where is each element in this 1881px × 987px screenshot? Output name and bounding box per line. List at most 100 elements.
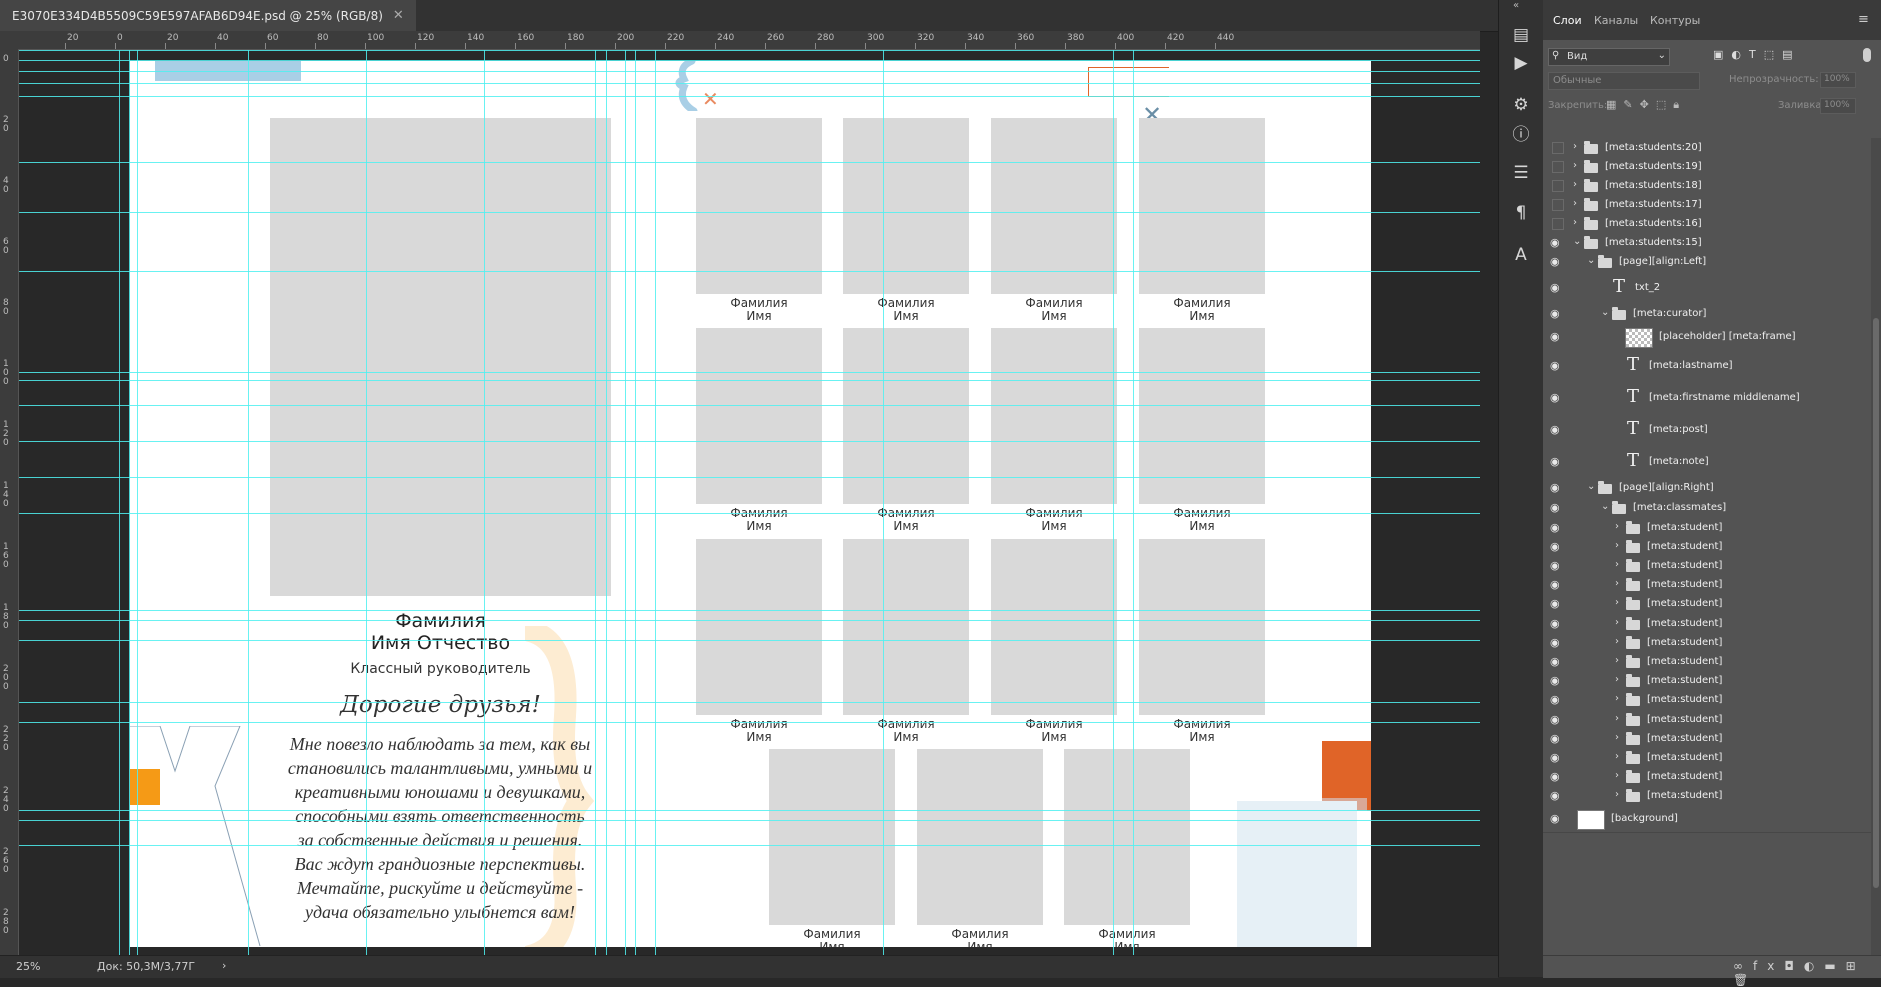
eye-icon[interactable]: ◉	[1550, 255, 1566, 268]
layer-row[interactable]: ◉ T [meta:lastname]	[1543, 350, 1871, 383]
eye-icon[interactable]: ◉	[1550, 281, 1566, 294]
chevron-right-icon[interactable]: ›	[1615, 732, 1619, 743]
zoom-level[interactable]: 25%	[16, 960, 40, 973]
tab-channels[interactable]: Каналы	[1594, 14, 1638, 27]
lock-all-icon[interactable]: 🔒︎	[1673, 98, 1686, 111]
eye-icon[interactable]: ◉	[1550, 559, 1566, 572]
chevron-right-icon[interactable]: ›	[1573, 198, 1577, 209]
mask-icon[interactable]: ◘	[1784, 959, 1804, 973]
eye-icon[interactable]: ◉	[1550, 674, 1566, 687]
opacity-field[interactable]: 100%	[1820, 72, 1856, 88]
layer-row[interactable]: › [meta:students:16]	[1543, 214, 1871, 234]
chevron-right-icon[interactable]: ›	[1615, 789, 1619, 800]
eye-icon[interactable]: ◉	[1550, 789, 1566, 802]
chevron-right-icon[interactable]: ›	[1615, 521, 1619, 532]
eye-icon[interactable]: ◉	[1550, 330, 1566, 343]
layer-row[interactable]: ◉ Ttxt_2	[1543, 272, 1871, 305]
info-icon[interactable]: ⓘ	[1507, 122, 1535, 148]
status-chevron-icon[interactable]: ›	[222, 959, 226, 972]
adjustments-icon[interactable]: ☰	[1507, 160, 1535, 186]
chevron-right-icon[interactable]: ›	[1573, 160, 1577, 171]
chevron-right-icon[interactable]: ›	[1615, 636, 1619, 647]
layer-row[interactable]: ◉ T [meta:note]	[1543, 446, 1871, 479]
paragraph-icon[interactable]: ¶	[1507, 200, 1535, 226]
eye-icon[interactable]: ◉	[1550, 617, 1566, 630]
layer-row[interactable]: ◉ ⌄ [page][align:Left]	[1543, 252, 1871, 273]
smart-filter-icon[interactable]: ▤	[1782, 48, 1800, 61]
chevron-right-icon[interactable]: ›	[1615, 770, 1619, 781]
layer-row[interactable]: ◉ ⌄ [meta:classmates]	[1543, 498, 1871, 519]
layer-row[interactable]: ◉ › [meta:student]	[1543, 537, 1871, 558]
fill-field[interactable]: 100%	[1820, 98, 1856, 114]
chevron-right-icon[interactable]: ›	[1615, 713, 1619, 724]
chevron-right-icon[interactable]: ›	[1615, 597, 1619, 608]
eye-icon[interactable]: ◉	[1550, 540, 1566, 553]
eye-hidden-icon[interactable]	[1552, 179, 1564, 192]
layer-row[interactable]: ◉ › [meta:student]	[1543, 556, 1871, 577]
filter-toggle[interactable]	[1863, 48, 1871, 62]
layer-row[interactable]: ◉ ⌄ [meta:curator]	[1543, 304, 1871, 325]
eye-icon[interactable]: ◉	[1550, 307, 1566, 320]
layer-row[interactable]: › [meta:students:20]	[1543, 138, 1871, 158]
layer-row[interactable]: ◉ › [meta:student]	[1543, 767, 1871, 788]
chevron-down-icon[interactable]: ⌄	[1601, 501, 1609, 512]
lock-artboard-icon[interactable]: ⬚	[1656, 98, 1673, 111]
layer-row[interactable]: ◉ › [meta:student]	[1543, 614, 1871, 635]
eye-icon[interactable]: ◉	[1550, 636, 1566, 649]
eye-icon[interactable]: ◉	[1550, 359, 1566, 372]
new-group-icon[interactable]: ▬	[1824, 959, 1845, 973]
layer-row[interactable]: ◉ › [meta:student]	[1543, 710, 1871, 731]
tab-layers[interactable]: Слои	[1553, 14, 1582, 27]
eye-hidden-icon[interactable]	[1552, 160, 1564, 173]
layer-row[interactable]: › [meta:students:18]	[1543, 176, 1871, 196]
chevron-right-icon[interactable]: ›	[1573, 141, 1577, 152]
character-icon[interactable]: A	[1507, 242, 1535, 268]
history-icon[interactable]: ▤	[1507, 22, 1535, 48]
panel-scrollbar-thumb[interactable]	[1873, 318, 1879, 888]
eye-icon[interactable]: ◉	[1550, 423, 1566, 436]
chevron-right-icon[interactable]: ›	[1573, 217, 1577, 228]
lock-transparent-icon[interactable]: ▦	[1606, 98, 1623, 111]
chevron-right-icon[interactable]: ›	[1615, 559, 1619, 570]
layer-row[interactable]: ◉ › [meta:student]	[1543, 518, 1871, 539]
layer-row[interactable]: ◉ › [meta:student]	[1543, 594, 1871, 615]
trash-icon[interactable]: 🗑︎	[1733, 973, 1758, 987]
actions-play-icon[interactable]: ▶	[1507, 50, 1535, 76]
layer-row[interactable]: ◉ › [meta:student]	[1543, 671, 1871, 692]
eye-icon[interactable]: ◉	[1550, 655, 1566, 668]
properties-icon[interactable]: ⚙	[1507, 92, 1535, 118]
eye-icon[interactable]: ◉	[1550, 501, 1566, 514]
chevron-right-icon[interactable]: ›	[1615, 540, 1619, 551]
layer-row[interactable]: ◉ › [meta:student]	[1543, 690, 1871, 711]
chevron-right-icon[interactable]: ›	[1615, 578, 1619, 589]
work-area[interactable]: ✕ ✕ Фамилия Имя Отчество Классный руково…	[19, 50, 1480, 955]
layer-row[interactable]: ◉ [placeholder] [meta:frame]	[1543, 324, 1871, 351]
eye-icon[interactable]: ◉	[1550, 391, 1566, 404]
eye-icon[interactable]: ◉	[1550, 812, 1566, 825]
lock-move-icon[interactable]: ✥	[1640, 98, 1656, 111]
layer-row[interactable]: ◉ [background]	[1543, 806, 1871, 833]
blend-mode-select[interactable]: Обычные	[1548, 72, 1700, 90]
lock-brush-icon[interactable]: ✎	[1623, 98, 1639, 111]
chevron-down-icon[interactable]: ⌄	[1587, 481, 1595, 492]
document-tab[interactable]: E3070E334D4B5509C59E597AFAB6D94E.psd @ 2…	[0, 0, 416, 31]
layer-row[interactable]: ◉ › [meta:student]	[1543, 748, 1871, 769]
chevron-right-icon[interactable]: ›	[1615, 751, 1619, 762]
chevron-down-icon[interactable]: ⌄	[1587, 255, 1595, 266]
eye-icon[interactable]: ◉	[1550, 770, 1566, 783]
layer-row[interactable]: ◉ › [meta:student]	[1543, 652, 1871, 673]
eye-hidden-icon[interactable]	[1552, 198, 1564, 211]
shape-filter-icon[interactable]: ⬚	[1764, 48, 1782, 61]
link-icon[interactable]: ∞	[1733, 959, 1753, 973]
image-filter-icon[interactable]: ▣	[1713, 48, 1731, 61]
layer-filter-select[interactable]: ⚲ Вид ⌄	[1548, 48, 1670, 66]
eye-icon[interactable]: ◉	[1550, 578, 1566, 591]
new-layer-icon[interactable]: ⊞	[1846, 959, 1866, 973]
tab-paths[interactable]: Контуры	[1650, 14, 1700, 27]
close-icon[interactable]: ✕	[393, 8, 404, 23]
layer-row[interactable]: ◉ T [meta:firstname middlename]	[1543, 382, 1871, 415]
eye-icon[interactable]: ◉	[1550, 455, 1566, 468]
panel-menu-icon[interactable]: ≡	[1858, 12, 1869, 27]
layer-row[interactable]: › [meta:students:17]	[1543, 195, 1871, 215]
eye-hidden-icon[interactable]	[1552, 217, 1564, 230]
